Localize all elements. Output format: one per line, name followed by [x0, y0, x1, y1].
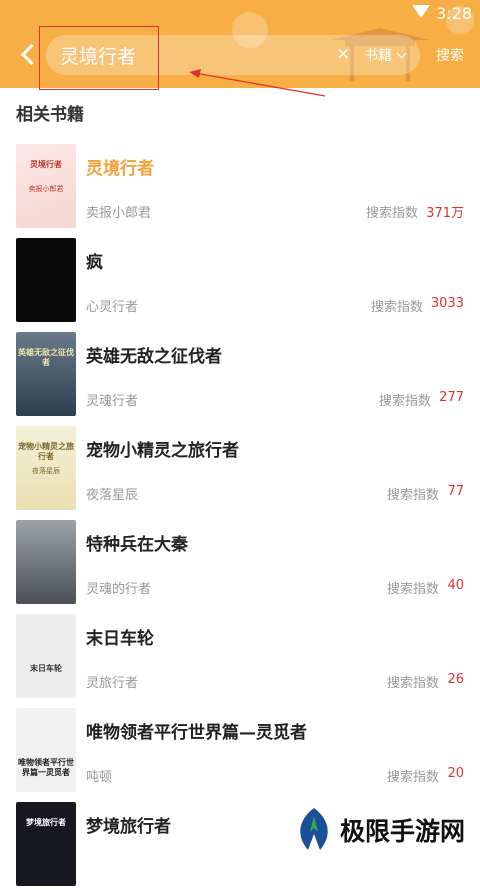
book-item[interactable]: 特种兵在大秦灵魂的行者 40 搜索指数: [0, 520, 480, 614]
cover-title: 梦境旅行者: [26, 818, 66, 827]
wifi-icon: [412, 5, 430, 18]
book-title[interactable]: 梦境旅行者: [86, 812, 171, 837]
cover-title: 唯物领者平行世界篇一灵觅者: [18, 758, 74, 777]
book-item[interactable]: 唯物领者平行世界篇一灵觅者 唯物领者平行世界篇—灵觅者吨顿 20 搜索指数: [0, 708, 480, 802]
back-button[interactable]: [14, 40, 42, 68]
annotation-arrow: [189, 69, 326, 97]
book-author: 卖报小郎君: [86, 206, 152, 221]
chevron-down-icon: [396, 48, 407, 59]
book-item[interactable]: 宠物小精灵之旅行者 夜落星辰 宠物小精灵之旅行者 夜落星辰 77 搜索指数: [0, 426, 480, 520]
book-title[interactable]: 疯: [86, 248, 103, 273]
search-index-label: 搜索指数: [378, 394, 431, 409]
cover-title: 宠物小精灵之旅行者: [18, 442, 74, 461]
book-author: 心灵行者: [86, 300, 139, 315]
cover-title: 英雄无敌之征伐者: [18, 348, 74, 367]
search-index-value: 26: [447, 672, 464, 687]
search-index-value: 20: [447, 766, 464, 781]
book-item[interactable]: 灵境行者 卖报小郎君 灵境行者 卖报小郎君 371万 搜索指数: [0, 144, 480, 238]
scope-dropdown[interactable]: 书籍: [364, 45, 407, 65]
search-index-label: 搜索指数: [365, 206, 418, 221]
book-cover[interactable]: 英雄无敌之征伐者: [16, 332, 76, 416]
book-item[interactable]: 疯心灵行者 3033 搜索指数: [0, 238, 480, 332]
search-index-label: 搜索指数: [370, 300, 423, 315]
book-title[interactable]: 灵境行者: [86, 154, 154, 179]
book-author: 灵魂的行者: [86, 582, 152, 597]
search-index-label: 搜索指数: [386, 770, 439, 785]
search-index-label: 搜索指数: [386, 676, 439, 691]
book-cover[interactable]: 梦境旅行者: [16, 802, 76, 886]
annotation-highlight-box: [39, 26, 159, 90]
watermark-text: 极限手游网: [340, 817, 466, 846]
cover-author: 夜落星辰: [32, 467, 60, 475]
search-index-label: 搜索指数: [386, 488, 439, 503]
search-index-value: 277: [439, 390, 464, 405]
book-author: 吨顿: [86, 770, 113, 785]
book-cover[interactable]: [16, 520, 76, 604]
book-author: 夜落星辰: [86, 488, 139, 503]
book-title[interactable]: 特种兵在大秦: [86, 530, 188, 555]
search-index-value: 3033: [430, 296, 464, 311]
scope-label: 书籍: [364, 48, 392, 64]
book-title[interactable]: 唯物领者平行世界篇—灵觅者: [86, 718, 307, 743]
search-index-value: 77: [447, 484, 464, 499]
book-author: 灵魂行者: [86, 394, 139, 409]
cover-title: 末日车轮: [30, 664, 62, 673]
book-title[interactable]: 英雄无敌之征伐者: [86, 342, 222, 367]
cover-author: 卖报小郎君: [28, 185, 64, 193]
book-cover[interactable]: 唯物领者平行世界篇一灵觅者: [16, 708, 76, 792]
book-item[interactable]: 末日车轮 末日车轮 灵旅行者 26 搜索指数: [0, 614, 480, 708]
search-button[interactable]: 搜索: [436, 45, 464, 65]
search-index-label: 搜索指数: [386, 582, 439, 597]
section-title: 相关书籍: [16, 105, 84, 125]
book-author: 灵旅行者: [86, 676, 139, 691]
site-logo: 极限手游网: [288, 804, 480, 853]
cover-title: 灵境行者: [30, 160, 62, 169]
search-index-value: 40: [447, 578, 464, 593]
book-cover[interactable]: 灵境行者 卖报小郎君: [16, 144, 76, 228]
book-cover[interactable]: 宠物小精灵之旅行者夜落星辰: [16, 426, 76, 510]
status-time: 3:28: [436, 4, 472, 23]
logo-mark-icon: [300, 808, 328, 850]
book-cover[interactable]: 末日车轮: [16, 614, 76, 698]
search-index-value: 371万: [426, 206, 464, 221]
book-item[interactable]: 英雄无敌之征伐者 英雄无敌之征伐者灵魂行者 277 搜索指数: [0, 332, 480, 426]
book-cover[interactable]: [16, 238, 76, 322]
book-title[interactable]: 末日车轮: [86, 624, 154, 649]
clear-icon[interactable]: ×: [336, 44, 350, 64]
book-title[interactable]: 宠物小精灵之旅行者: [86, 436, 239, 461]
